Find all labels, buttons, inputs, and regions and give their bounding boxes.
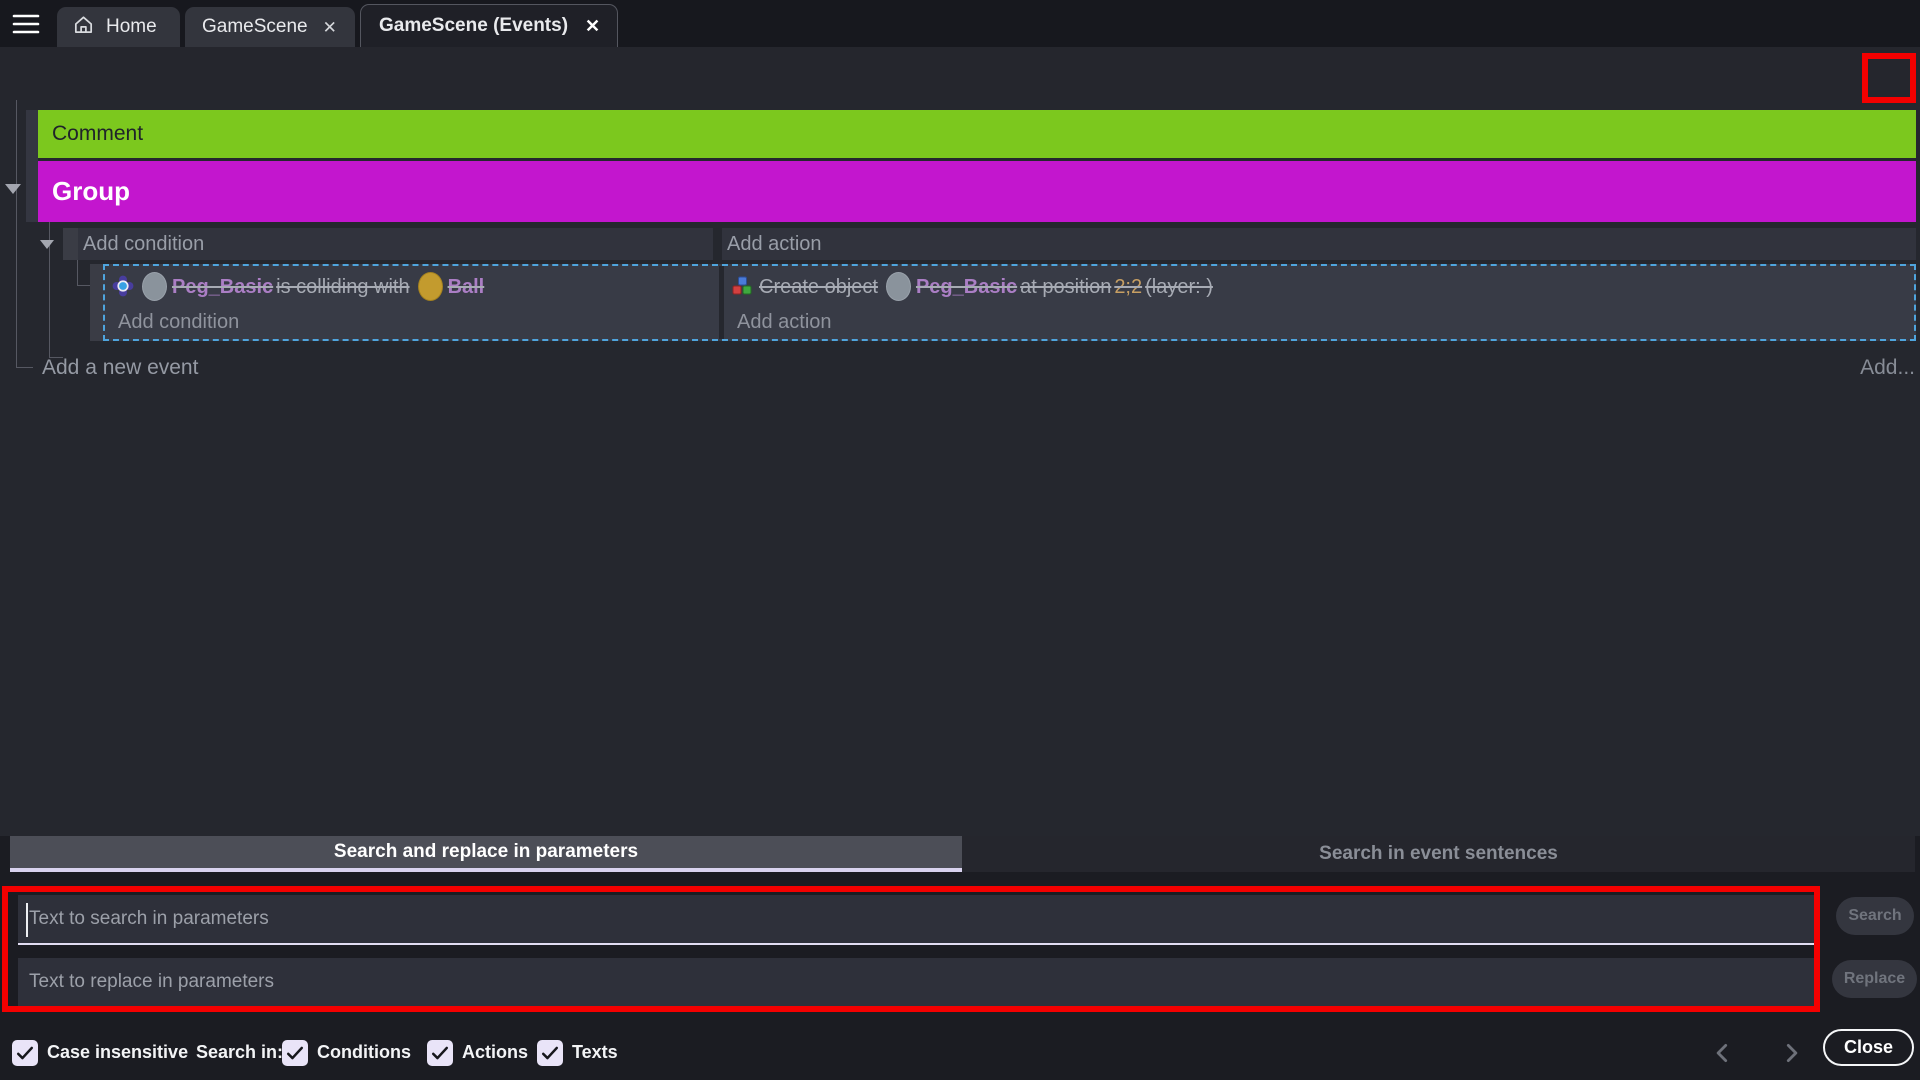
add-action-label: Add action [737, 311, 832, 334]
group-title: Group [52, 176, 130, 207]
replace-button[interactable]: Replace [1832, 960, 1917, 998]
selected-event[interactable]: Peg_Basicis colliding withBall Add condi… [103, 264, 1916, 341]
checkmark-icon [539, 1042, 561, 1064]
tab-gamescene[interactable]: GameScene ✕ [185, 7, 355, 47]
object-thumbnail-peg [142, 272, 167, 301]
tab-search-event-sentences[interactable]: Search in event sentences [962, 836, 1915, 872]
comment-event[interactable]: Comment [38, 110, 1916, 158]
add-condition-button[interactable]: Add condition [78, 228, 713, 260]
texts-checkbox[interactable] [537, 1040, 563, 1066]
event-drag-handle[interactable] [63, 228, 78, 260]
action-text: Create objectPeg_Basicat position2;2(lay… [756, 272, 1216, 301]
texts-label: Texts [572, 1039, 618, 1066]
checkmark-icon [14, 1042, 36, 1064]
tree-line [16, 367, 33, 368]
tree-line [77, 285, 90, 286]
home-icon [72, 13, 95, 42]
tab-home[interactable]: Home [57, 7, 180, 47]
case-insensitive-checkbox[interactable] [12, 1040, 38, 1066]
hamburger-icon [12, 12, 40, 36]
chevron-left-icon [1710, 1040, 1736, 1066]
tab-label: Home [106, 16, 157, 38]
actions-checkbox[interactable] [427, 1040, 453, 1066]
condition-sentence[interactable]: Peg_Basicis colliding withBall [105, 266, 719, 306]
conditions-column: Peg_Basicis colliding withBall Add condi… [105, 266, 719, 339]
tab-label: GameScene (Events) [379, 15, 568, 37]
search-input[interactable] [18, 895, 1818, 945]
create-object-action-icon [731, 275, 753, 297]
add-new-event-button[interactable]: Add a new event [42, 348, 198, 388]
text-cursor [26, 903, 28, 937]
tab-label: GameScene [202, 16, 308, 38]
tab-label: Search and replace in parameters [334, 841, 638, 863]
comment-text: Comment [52, 122, 143, 146]
search-panel: Search and replace in parameters Search … [0, 836, 1920, 1080]
add-condition-label: Add condition [118, 311, 239, 334]
tab-gamescene-events[interactable]: GameScene (Events) ✕ [360, 4, 618, 47]
events-sheet: Comment Group Add condition Add action P… [0, 100, 1920, 836]
search-button[interactable]: Search [1836, 897, 1914, 935]
add-condition-label: Add condition [83, 233, 204, 256]
main-menu-button[interactable] [12, 12, 40, 36]
tree-line [16, 100, 17, 368]
event-drag-handle[interactable] [26, 110, 38, 222]
group-collapse-arrow-icon[interactable] [5, 184, 21, 194]
action-sentence[interactable]: Create objectPeg_Basicat position2;2(lay… [724, 266, 1914, 306]
close-tab-icon[interactable]: ✕ [585, 17, 600, 35]
checkmark-icon [429, 1042, 451, 1064]
object-thumbnail-ball [418, 272, 443, 301]
search-in-label: Search in: [196, 1039, 283, 1066]
case-insensitive-label: Case insensitive [47, 1039, 188, 1066]
conditions-checkbox[interactable] [282, 1040, 308, 1066]
chevron-right-icon [1778, 1040, 1804, 1066]
gdevelop-window: Home GameScene ✕ GameScene (Events) ✕ Pr… [0, 0, 1920, 1080]
previous-result-button[interactable] [1710, 1040, 1736, 1066]
next-result-button[interactable] [1778, 1040, 1804, 1066]
event-collapse-arrow-icon[interactable] [40, 240, 54, 249]
add-action-label: Add action [727, 233, 822, 256]
add-condition-button[interactable]: Add condition [105, 306, 719, 339]
add-action-button[interactable]: Add action [722, 228, 1916, 260]
tree-line [77, 260, 78, 286]
events-toolbar: Preview Publish [0, 47, 1920, 100]
tab-search-replace-parameters[interactable]: Search and replace in parameters [10, 836, 962, 872]
tab-bar: Home GameScene ✕ GameScene (Events) ✕ [0, 0, 1920, 47]
actions-label: Actions [462, 1039, 528, 1066]
group-event[interactable]: Group [38, 161, 1916, 222]
actions-column: Create objectPeg_Basicat position2;2(lay… [724, 266, 1914, 339]
close-button[interactable]: Close [1823, 1029, 1914, 1066]
add-new-event-label: Add a new event [42, 356, 198, 380]
tab-label: Search in event sentences [1319, 843, 1558, 865]
close-tab-icon[interactable]: ✕ [323, 19, 337, 36]
event-drag-handle[interactable] [90, 264, 103, 341]
replace-input[interactable] [18, 958, 1818, 1008]
object-thumbnail-peg [886, 272, 911, 301]
collision-condition-icon [112, 275, 134, 297]
checkmark-icon [284, 1042, 306, 1064]
add-action-button[interactable]: Add action [724, 306, 1914, 339]
conditions-label: Conditions [317, 1039, 411, 1066]
add-overflow-label: Add... [1860, 356, 1915, 380]
add-overflow-button[interactable]: Add... [1860, 348, 1915, 388]
condition-text: Peg_Basicis colliding withBall [137, 272, 484, 301]
